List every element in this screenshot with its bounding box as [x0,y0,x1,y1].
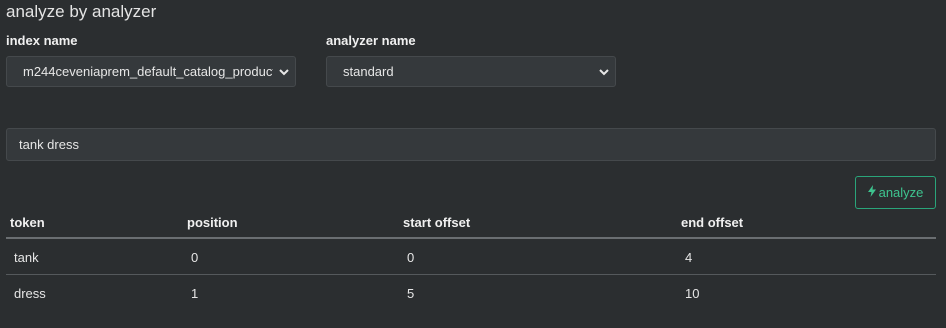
header-end-offset: end offset [681,215,744,230]
text-input-value: tank dress [19,137,79,152]
header-start-offset: start offset [403,215,471,230]
header-token: token [10,215,45,230]
analyzer-name-value: standard [343,64,394,79]
table-header: token position start offset end offset [6,211,936,239]
text-to-analyze-input[interactable]: tank dress [6,128,936,161]
tokens-table: token position start offset end offset t… [6,211,936,310]
cell-position: 1 [191,286,199,301]
table-row: tank 0 0 4 [6,239,936,275]
cell-start-offset: 5 [407,286,415,301]
cell-start-offset: 0 [407,250,415,265]
analyze-page: analyze by analyzer index name m244ceven… [0,0,946,328]
chevron-down-icon [593,66,615,78]
table-row: dress 1 5 10 [6,275,936,310]
analyzer-name-select[interactable]: standard [326,56,616,87]
cell-token: tank [14,250,39,265]
index-name-select[interactable]: m244ceveniaprem_default_catalog_product [6,56,296,87]
cell-position: 0 [191,250,199,265]
lightning-bolt-icon [867,185,876,200]
header-position: position [187,215,238,230]
chevron-down-icon [273,66,295,78]
index-name-value: m244ceveniaprem_default_catalog_product [23,64,273,79]
analyzer-name-label: analyzer name [326,33,416,48]
cell-token: dress [14,286,46,301]
cell-end-offset: 10 [685,286,700,301]
analyze-button-label: analyze [878,185,924,200]
cell-end-offset: 4 [685,250,693,265]
index-name-label: index name [6,33,78,48]
analyze-button[interactable]: analyze [855,176,936,209]
page-title: analyze by analyzer [6,2,157,21]
